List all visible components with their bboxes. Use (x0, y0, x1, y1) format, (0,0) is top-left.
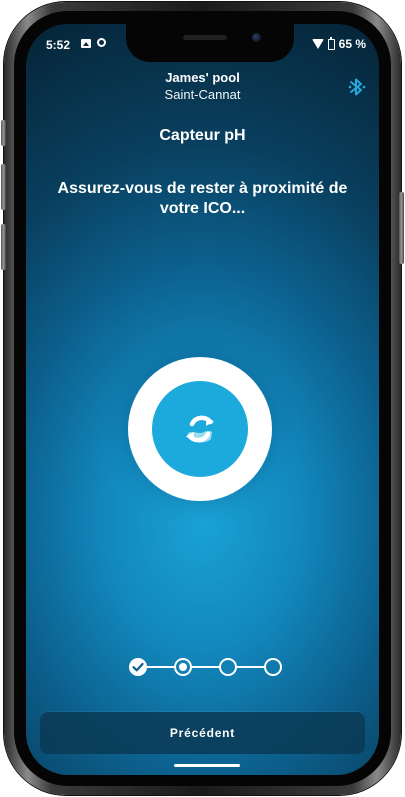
step-connector (237, 666, 264, 668)
status-time: 5:52 (46, 38, 71, 52)
earpiece-speaker (183, 35, 227, 40)
step-connector (147, 666, 174, 668)
mute-switch (1, 120, 6, 146)
instruction-text: Assurez-vous de rester à proximité de vo… (57, 180, 348, 217)
camera-notch (126, 24, 294, 62)
pool-location: Saint-Cannat (164, 87, 241, 102)
phone-bezel: 5:52 65 % James' pool Saint-Cannat Capte… (14, 11, 391, 786)
volume-up-button (1, 164, 6, 210)
power-button (399, 192, 404, 264)
sync-icon (97, 38, 106, 47)
sensor-title: Capteur pH (159, 127, 246, 144)
step-current-dot (179, 663, 187, 671)
phone-frame: 5:52 65 % James' pool Saint-Cannat Capte… (1, 2, 404, 795)
app-screen: 5:52 65 % James' pool Saint-Cannat Capte… (26, 24, 379, 775)
step-current (174, 658, 192, 676)
refresh-icon (186, 415, 214, 443)
front-camera (252, 33, 261, 42)
pool-name: James' pool (165, 70, 240, 85)
bluetooth-icon[interactable] (347, 76, 367, 98)
status-bar: 5:52 65 % (26, 24, 379, 68)
progress-ring (128, 357, 272, 501)
image-icon (81, 39, 91, 48)
battery-icon (327, 36, 335, 50)
home-indicator[interactable] (174, 764, 240, 767)
wifi-icon (311, 39, 324, 49)
previous-button-label: Précédent (169, 726, 236, 740)
step-indicator (129, 658, 287, 676)
previous-button[interactable]: Précédent (40, 712, 365, 754)
battery-percentage: 65 % (338, 37, 366, 51)
pool-header: James' pool Saint-Cannat (26, 70, 379, 103)
step-pending (219, 658, 237, 676)
status-right-cluster: 65 % (311, 36, 366, 51)
step-connector (192, 666, 219, 668)
step-done (129, 658, 147, 676)
volume-down-button (1, 224, 6, 270)
step-pending (264, 658, 282, 676)
check-icon (132, 662, 144, 672)
